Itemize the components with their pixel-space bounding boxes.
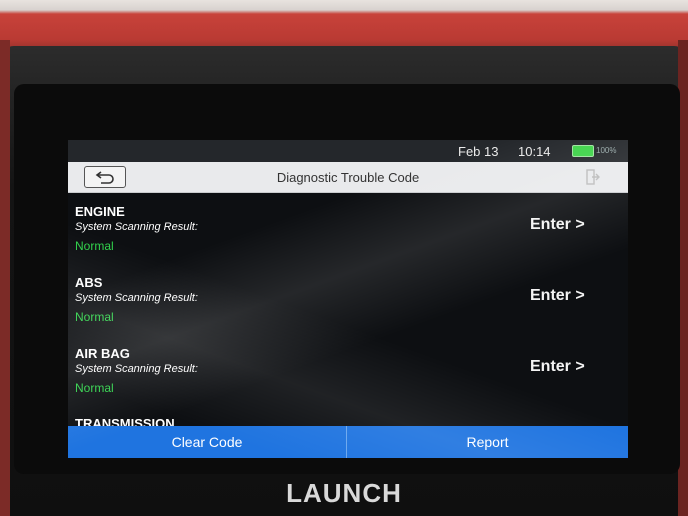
device-bumper-left xyxy=(0,40,10,516)
system-name: AIR BAG xyxy=(75,346,130,361)
system-name: ABS xyxy=(75,275,103,290)
page-title: Diagnostic Trouble Code xyxy=(276,170,420,185)
list-item-abs: ABS System Scanning Result: Normal Enter… xyxy=(68,275,628,345)
status-time: 10:14 xyxy=(518,144,551,159)
scan-result-label: System Scanning Result: xyxy=(75,221,198,233)
scan-result-label: System Scanning Result: xyxy=(75,292,198,304)
battery-label: 100% xyxy=(596,146,617,155)
enter-button-airbag[interactable]: Enter > xyxy=(530,358,585,376)
status-badge: Normal xyxy=(75,239,114,253)
brand-logo: LAUNCH xyxy=(286,478,402,508)
battery-icon xyxy=(572,145,594,157)
system-name: ENGINE xyxy=(75,204,125,219)
system-list: ENGINE System Scanning Result: Normal En… xyxy=(68,192,628,431)
action-bar: Clear Code Report xyxy=(68,426,628,458)
enter-button-engine[interactable]: Enter > xyxy=(530,216,585,234)
status-date: Feb 13 xyxy=(458,144,499,159)
status-badge: Normal xyxy=(75,381,114,395)
clear-code-button[interactable]: Clear Code xyxy=(68,426,346,458)
status-bar: Feb 13 10:14 100% xyxy=(68,140,628,162)
status-badge: Normal xyxy=(75,310,114,324)
list-item-airbag: AIR BAG System Scanning Result: Normal E… xyxy=(68,346,628,416)
enter-button-abs[interactable]: Enter > xyxy=(530,287,585,305)
title-bar: Diagnostic Trouble Code xyxy=(68,162,628,193)
scan-result-label: System Scanning Result: xyxy=(75,363,198,375)
tablet-screen: Feb 13 10:14 100% Diagnostic Trouble Cod… xyxy=(68,140,628,458)
list-item-engine: ENGINE System Scanning Result: Normal En… xyxy=(68,204,628,274)
exit-icon[interactable] xyxy=(586,169,600,185)
report-button[interactable]: Report xyxy=(347,426,628,458)
